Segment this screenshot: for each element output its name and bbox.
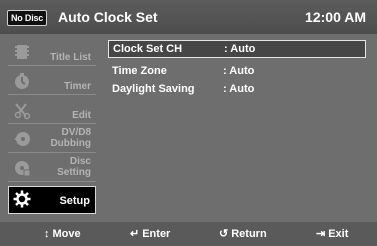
sidebar-item-edit[interactable]: Edit bbox=[8, 96, 96, 124]
hint-move-label: Move bbox=[52, 228, 81, 240]
return-icon: ↺ bbox=[219, 228, 229, 240]
setting-row-time-zone[interactable]: Time Zone : Auto bbox=[108, 63, 366, 79]
settings-panel: Clock Set CH : Auto Time Zone : Auto Day… bbox=[100, 38, 370, 212]
sidebar-item-label: Title List bbox=[50, 52, 91, 63]
setting-name: Daylight Saving bbox=[112, 83, 195, 95]
setting-row-clock-set-ch[interactable]: Clock Set CH : Auto bbox=[108, 40, 366, 58]
edit-icon bbox=[14, 103, 31, 119]
hint-enter-label: Enter bbox=[142, 228, 171, 240]
sidebar-item-label: Edit bbox=[72, 110, 91, 121]
gear-icon bbox=[13, 190, 31, 208]
sidebar-item-timer[interactable]: Timer bbox=[8, 67, 96, 95]
sidebar-item-title-list[interactable]: Title List bbox=[8, 38, 96, 66]
sidebar-item-label-line1: Disc bbox=[69, 156, 91, 167]
hint-return-label: Return bbox=[231, 228, 267, 240]
setting-value: : Auto bbox=[223, 83, 255, 95]
disc-setting-icon bbox=[15, 161, 31, 177]
setting-name: Time Zone bbox=[112, 65, 167, 77]
disc-status-badge: No Disc bbox=[7, 10, 48, 26]
up-down-arrows-icon: ↕ bbox=[44, 228, 50, 240]
sidebar-item-disc-setting[interactable]: Disc Setting bbox=[8, 154, 96, 182]
title-list-icon bbox=[15, 45, 29, 59]
header-bar: No Disc Auto Clock Set 12:00 AM bbox=[0, 0, 377, 34]
sidebar-item-setup[interactable]: Setup bbox=[8, 186, 96, 214]
hint-exit: ⇥ Exit bbox=[316, 227, 348, 241]
setting-value: : Auto bbox=[224, 43, 256, 55]
sidebar-item-dubbing[interactable]: DV/D8 Dubbing bbox=[8, 125, 96, 153]
hint-exit-label: Exit bbox=[328, 228, 349, 240]
sidebar-item-label: Setup bbox=[59, 195, 90, 207]
timer-icon bbox=[15, 73, 29, 89]
sidebar-item-label-line2: Setting bbox=[57, 167, 91, 178]
exit-icon: ⇥ bbox=[316, 228, 326, 240]
page-title: Auto Clock Set bbox=[58, 9, 158, 25]
clock-display: 12:00 AM bbox=[305, 9, 366, 25]
sidebar-item-label-line2: Dubbing bbox=[50, 138, 91, 149]
dubbing-icon bbox=[14, 132, 30, 146]
setting-row-daylight-saving[interactable]: Daylight Saving : Auto bbox=[108, 81, 366, 97]
hint-return: ↺ Return bbox=[219, 227, 267, 241]
hint-move: ↕ Move bbox=[44, 227, 81, 241]
footer-hints: ↕ Move ↵ Enter ↺ Return ⇥ Exit bbox=[0, 222, 377, 246]
enter-icon: ↵ bbox=[130, 228, 140, 240]
sidebar-menu: Title List Timer Edit DV/D8 Dubbing Disc… bbox=[8, 38, 96, 214]
setting-name: Clock Set CH bbox=[113, 43, 183, 55]
osd-screen: No Disc Auto Clock Set 12:00 AM Title Li… bbox=[0, 0, 377, 246]
sidebar-item-label-line1: DV/D8 bbox=[61, 127, 91, 138]
hint-enter: ↵ Enter bbox=[130, 227, 170, 241]
sidebar-item-label: Timer bbox=[63, 81, 91, 92]
setting-value: : Auto bbox=[223, 65, 255, 77]
